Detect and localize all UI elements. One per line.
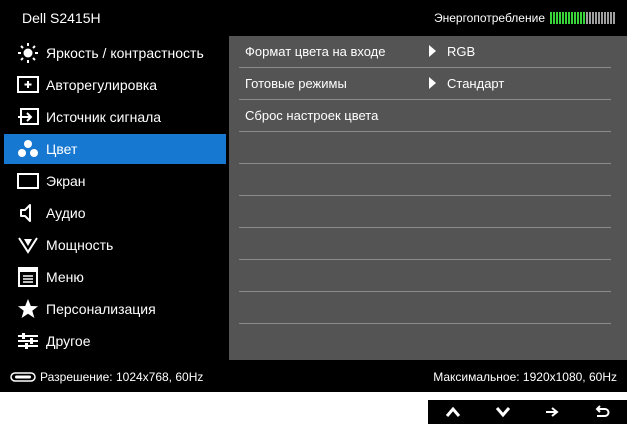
- menu-item-audio[interactable]: Аудио: [4, 198, 226, 228]
- energy-segment: [607, 12, 609, 24]
- energy-segment: [568, 12, 570, 24]
- menu-item-power[interactable]: Мощность: [4, 230, 226, 260]
- submenu-empty-row: [239, 228, 611, 260]
- energy-segment: [577, 12, 579, 24]
- menu-item-personalize[interactable]: Персонализация: [4, 294, 226, 324]
- menu-item-label: Персонализация: [46, 301, 156, 317]
- submenu-value: Стандарт: [447, 76, 505, 91]
- connector-icon: [10, 372, 36, 382]
- energy-segment: [571, 12, 573, 24]
- submenu-panel: Формат цвета на входе RGB Готовые режимы…: [229, 36, 627, 360]
- energy-segment: [580, 12, 582, 24]
- display-icon: [16, 169, 40, 193]
- menu-item-label: Аудио: [46, 205, 86, 221]
- energy-meter: Энергопотребление: [434, 11, 615, 25]
- menu-item-display[interactable]: Экран: [4, 166, 226, 196]
- menu-item-brightness-contrast[interactable]: Яркость / контрастность: [4, 38, 226, 68]
- submenu-label: Готовые режимы: [245, 76, 347, 91]
- triangle-right-icon: [429, 45, 436, 57]
- brightness-icon: [16, 41, 40, 65]
- power-icon: [16, 233, 40, 257]
- energy-segment: [565, 12, 567, 24]
- submenu-empty-row: [239, 132, 611, 164]
- star-icon: [16, 297, 40, 321]
- main-menu: Яркость / контрастность Авторегулировка …: [0, 36, 226, 360]
- energy-segment: [586, 12, 588, 24]
- input-source-icon: [16, 105, 40, 129]
- arrow-right-icon: [546, 407, 559, 417]
- osd-navigation-buttons: [428, 400, 627, 424]
- menu-item-label: Мощность: [46, 237, 114, 253]
- menu-item-auto-adjust[interactable]: Авторегулировка: [4, 70, 226, 100]
- energy-segment: [592, 12, 594, 24]
- menu-item-other[interactable]: Другое: [4, 326, 226, 356]
- menu-item-label: Источник сигнала: [46, 109, 162, 125]
- status-bar: Разрешение: 1024x768, 60Hz Максимальное:…: [0, 360, 627, 392]
- menu-icon: [16, 265, 40, 289]
- enter-button[interactable]: [534, 400, 570, 424]
- menu-item-label: Меню: [46, 269, 84, 285]
- down-button[interactable]: [485, 400, 521, 424]
- max-resolution: Максимальное: 1920x1080, 60Hz: [433, 370, 617, 384]
- submenu-input-color-format[interactable]: Формат цвета на входе RGB: [239, 36, 611, 68]
- energy-segment: [562, 12, 564, 24]
- back-button[interactable]: [584, 400, 620, 424]
- title-bar: Dell S2415H Энергопотребление: [0, 0, 627, 36]
- submenu-empty-row: [239, 260, 611, 292]
- chevron-down-icon: [495, 407, 510, 418]
- menu-item-input-source[interactable]: Источник сигнала: [4, 102, 226, 132]
- menu-item-menu[interactable]: Меню: [4, 262, 226, 292]
- energy-segment: [598, 12, 600, 24]
- menu-item-label: Яркость / контрастность: [46, 45, 204, 61]
- model-name: Dell S2415H: [22, 10, 101, 26]
- energy-segment: [610, 12, 612, 24]
- energy-segment: [589, 12, 591, 24]
- energy-segment: [553, 12, 555, 24]
- energy-segment: [583, 12, 585, 24]
- up-button[interactable]: [435, 400, 471, 424]
- energy-segment: [604, 12, 606, 24]
- energy-segment: [559, 12, 561, 24]
- return-icon: [595, 405, 610, 417]
- menu-item-color[interactable]: Цвет: [4, 134, 226, 164]
- submenu-empty-row: [239, 164, 611, 196]
- energy-segment: [550, 12, 552, 24]
- energy-segment: [595, 12, 597, 24]
- submenu-label: Формат цвета на входе: [245, 44, 386, 59]
- menu-item-label: Авторегулировка: [46, 77, 158, 93]
- submenu-label: Сброс настроек цвета: [245, 108, 379, 123]
- auto-adjust-icon: [16, 73, 40, 97]
- energy-segment: [601, 12, 603, 24]
- resolution-text: Разрешение: 1024x768, 60Hz: [40, 370, 204, 384]
- other-icon: [16, 329, 40, 353]
- submenu-preset-modes[interactable]: Готовые режимы Стандарт: [239, 68, 611, 100]
- submenu-value: RGB: [447, 44, 476, 59]
- menu-item-label: Цвет: [46, 141, 78, 157]
- triangle-right-icon: [429, 77, 436, 89]
- energy-segment: [613, 12, 615, 24]
- current-resolution: Разрешение: 1024x768, 60Hz: [10, 370, 203, 384]
- osd-window: Dell S2415H Энергопотребление Яркость / …: [0, 0, 627, 392]
- submenu-empty-row: [239, 196, 611, 228]
- menu-item-label: Другое: [46, 333, 91, 349]
- submenu-empty-row: [239, 324, 611, 355]
- energy-bar: [550, 12, 615, 24]
- menu-item-label: Экран: [46, 173, 86, 189]
- color-icon: [16, 137, 40, 161]
- audio-icon: [16, 201, 40, 225]
- submenu-empty-row: [239, 292, 611, 324]
- energy-segment: [556, 12, 558, 24]
- chevron-up-icon: [445, 406, 461, 417]
- submenu-reset-color[interactable]: Сброс настроек цвета: [239, 100, 611, 132]
- energy-segment: [574, 12, 576, 24]
- energy-label: Энергопотребление: [433, 11, 545, 25]
